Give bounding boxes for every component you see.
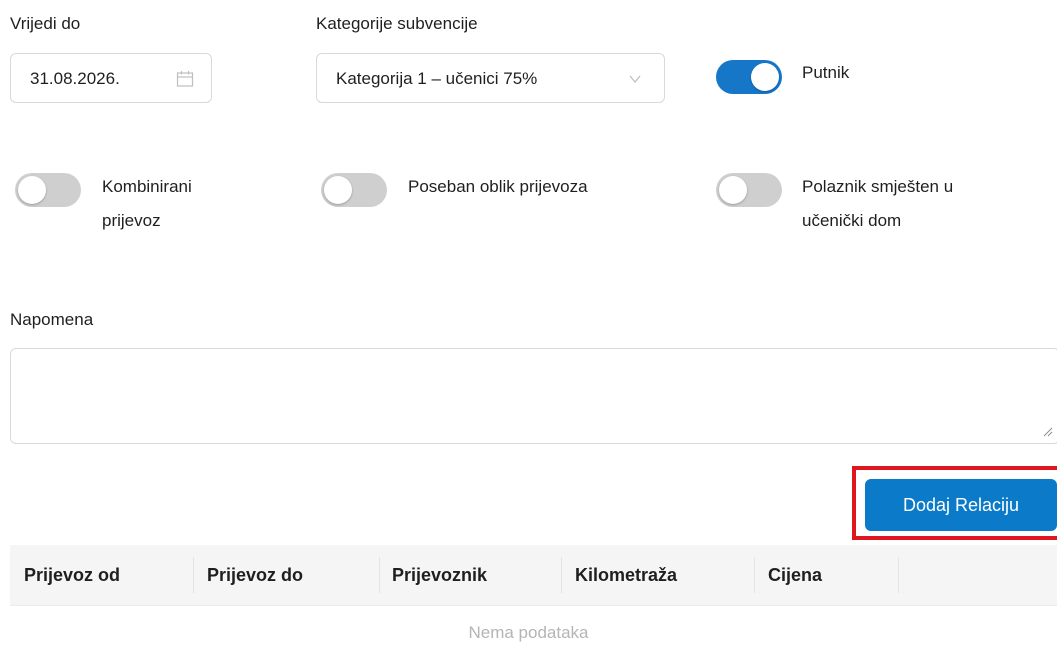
column-header-cijena[interactable]: Cijena [768,545,822,605]
putnik-toggle[interactable] [716,60,782,94]
poseban-label: Poseban oblik prijevoza [408,177,588,196]
column-header-kilometraza[interactable]: Kilometraža [575,545,677,605]
polaznik-toggle[interactable] [716,173,782,207]
column-header-prijevoz-od[interactable]: Prijevoz od [24,545,120,605]
validity-date-input[interactable]: 31.08.2026. [10,53,212,103]
polaznik-label-line1: Polaznik smješten u [802,177,954,196]
kombinirani-toggle[interactable] [15,173,81,207]
column-separator [754,557,755,593]
note-textarea[interactable] [10,348,1057,444]
column-separator [898,557,899,593]
toggle-knob [324,176,352,204]
toggle-knob [719,176,747,204]
category-select[interactable]: Kategorija 1 – učenici 75% [316,53,665,103]
category-select-value: Kategorija 1 – učenici 75% [336,69,538,88]
column-separator [193,557,194,593]
calendar-icon [176,71,194,87]
table-empty-text: Nema podataka [468,623,589,642]
toggle-knob [751,63,779,91]
column-header-prijevoz-do[interactable]: Prijevoz do [207,545,303,605]
validity-date-value: 31.08.2026. [30,69,120,88]
note-label: Napomena [10,310,94,329]
kombinirani-label-line1: Kombinirani [102,177,192,196]
validity-label: Vrijedi do [10,14,81,33]
kombinirani-label-line2: prijevoz [102,211,161,230]
column-header-prijevoznik[interactable]: Prijevoznik [392,545,487,605]
polaznik-label-line2: učenički dom [802,211,902,230]
putnik-label: Putnik [802,63,850,82]
add-relation-button[interactable]: Dodaj Relaciju [865,479,1057,531]
table-header: Prijevoz od Prijevoz do Prijevoznik Kilo… [10,545,1057,606]
polaznik-label: Polaznik smješten u učenički dom [802,170,953,238]
poseban-toggle[interactable] [321,173,387,207]
column-separator [561,557,562,593]
kombinirani-label: Kombinirani prijevoz [102,170,192,238]
toggle-knob [18,176,46,204]
resize-handle-icon[interactable] [1043,427,1053,437]
category-label: Kategorije subvencije [316,14,478,33]
chevron-down-icon [629,75,641,84]
column-separator [379,557,380,593]
